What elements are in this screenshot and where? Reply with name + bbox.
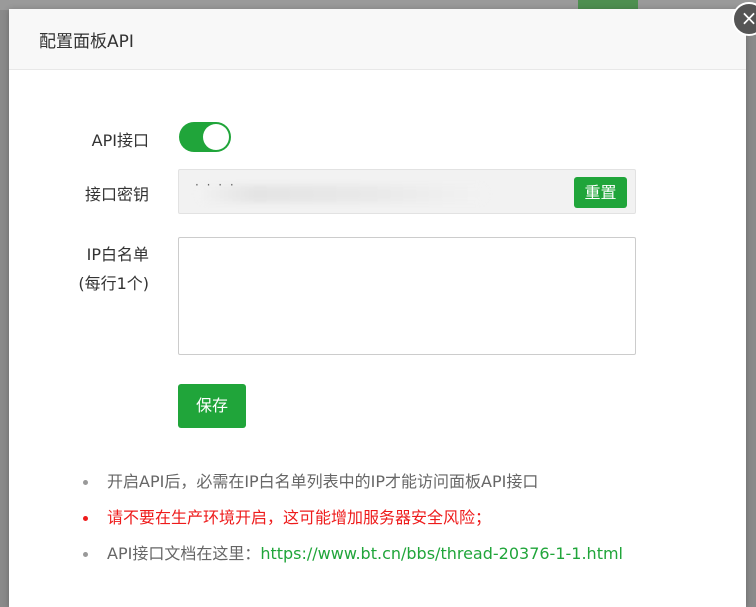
api-key-label: 接口密钥 xyxy=(84,185,149,204)
ip-whitelist-hint: (每行1个) xyxy=(78,274,149,293)
list-item: 开启API后，必需在IP白名单列表中的IP才能访问面板API接口 xyxy=(83,471,623,507)
list-item: API接口文档在这里：https://www.bt.cn/bbs/thread-… xyxy=(83,543,623,579)
api-doc-link[interactable]: https://www.bt.cn/bbs/thread-20376-1-1.h… xyxy=(260,544,623,563)
reset-key-button[interactable]: 重置 xyxy=(574,177,627,208)
api-key-value: · · · · xyxy=(195,178,236,192)
warning-text: 请不要在生产环境开启，这可能增加服务器安全风险； xyxy=(107,508,492,527)
bullet-icon xyxy=(83,516,88,521)
list-item: 请不要在生产环境开启，这可能增加服务器安全风险； xyxy=(83,507,623,543)
ip-whitelist-input[interactable] xyxy=(178,237,636,355)
ip-whitelist-label: IP白名单 xyxy=(86,245,149,264)
api-config-dialog: 配置面板API API接口 接口密钥 · · · · 重置 IP白名单 (每行1… xyxy=(9,2,756,607)
dialog-title: 配置面板API xyxy=(39,31,134,52)
note-text: 开启API后，必需在IP白名单列表中的IP才能访问面板API接口 xyxy=(107,472,539,491)
dialog-header: 配置面板API xyxy=(9,9,746,70)
doc-prefix-text: API接口文档在这里： xyxy=(107,544,261,563)
save-button[interactable]: 保存 xyxy=(178,384,246,428)
redacted-key-blur xyxy=(197,185,487,203)
api-toggle[interactable] xyxy=(179,122,231,152)
toggle-knob xyxy=(203,124,229,150)
bullet-icon xyxy=(83,480,88,485)
api-key-field: · · · · xyxy=(178,169,636,214)
bullet-icon xyxy=(83,552,88,557)
api-toggle-label: API接口 xyxy=(91,131,149,150)
notes-list: 开启API后，必需在IP白名单列表中的IP才能访问面板API接口 请不要在生产环… xyxy=(83,471,623,579)
